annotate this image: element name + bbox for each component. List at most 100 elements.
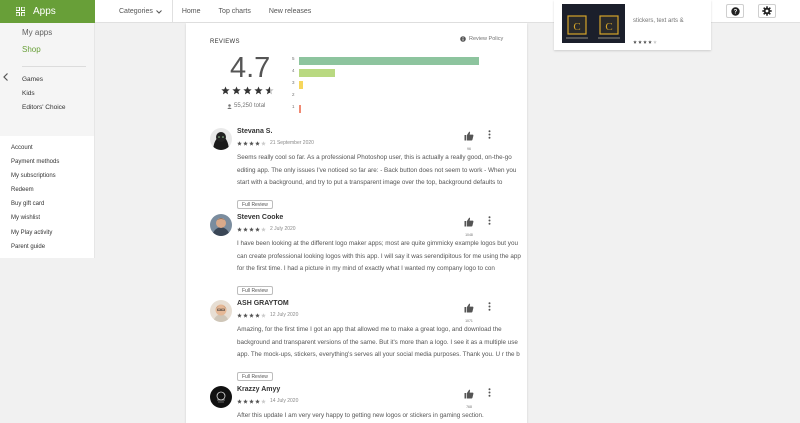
apps-home-link[interactable]: Apps bbox=[0, 0, 95, 23]
star-icon bbox=[261, 312, 266, 318]
sidebar-item-payment-methods[interactable]: Payment methods bbox=[11, 159, 59, 165]
star-icon bbox=[232, 86, 241, 95]
svg-text:C: C bbox=[573, 21, 580, 33]
sidebar-item-parent-guide[interactable]: Parent guide bbox=[11, 244, 45, 250]
related-app-description: stickers, text arts & bbox=[633, 18, 684, 24]
chevron-left-icon[interactable] bbox=[3, 73, 9, 81]
star-icon bbox=[243, 398, 248, 404]
star-icon bbox=[261, 140, 266, 146]
reviewer-avatar bbox=[210, 214, 232, 236]
histogram-label: 1 bbox=[292, 104, 295, 109]
star-icon bbox=[254, 86, 263, 95]
star-icon bbox=[261, 226, 266, 232]
nav-categories-label: Categories bbox=[119, 8, 153, 15]
reviews-card: REVIEWS Review Policy 4.7 55,250 total 5… bbox=[186, 23, 527, 423]
help-icon: ? bbox=[730, 6, 740, 16]
sidebar-item-games[interactable]: Games bbox=[22, 76, 43, 83]
star-icon bbox=[237, 140, 242, 146]
star-icon bbox=[249, 312, 254, 318]
review-date: 14 July 2020 bbox=[270, 398, 299, 404]
star-icon bbox=[653, 40, 657, 44]
related-app-rating bbox=[633, 40, 657, 44]
star-icon bbox=[261, 398, 266, 404]
review-date: 2 July 2020 bbox=[270, 226, 296, 232]
full-review-button[interactable]: Full Review bbox=[237, 372, 273, 381]
total-ratings-count: 55,250 total bbox=[234, 103, 266, 109]
sidebar-item-buy-gift-card[interactable]: Buy gift card bbox=[11, 201, 44, 207]
more-options-icon[interactable] bbox=[488, 388, 491, 397]
gear-icon bbox=[762, 6, 772, 16]
helpful-count: 96 bbox=[467, 147, 471, 151]
thumbs-up-icon bbox=[464, 389, 474, 399]
star-icon bbox=[643, 40, 647, 44]
info-icon bbox=[460, 36, 466, 42]
sidebar-my-apps[interactable]: My apps bbox=[22, 28, 52, 37]
histogram-label: 2 bbox=[292, 92, 295, 97]
helpful-count: 768 bbox=[466, 405, 472, 409]
helpful-count: 1048 bbox=[465, 233, 473, 237]
helpful-button[interactable]: 768 bbox=[462, 386, 476, 409]
sidebar: My apps Shop Games Kids Editors' Choice bbox=[0, 23, 95, 136]
more-options-icon[interactable] bbox=[488, 302, 491, 311]
reviewer-name: Stevana S. bbox=[237, 128, 273, 135]
nav-new-releases[interactable]: New releases bbox=[260, 0, 320, 23]
sidebar-item-kids[interactable]: Kids bbox=[22, 90, 35, 97]
review-policy-label: Review Policy bbox=[469, 36, 504, 42]
sidebar-item-wishlist[interactable]: My wishlist bbox=[11, 215, 40, 221]
help-button[interactable]: ? bbox=[726, 4, 744, 18]
review-text: Seems really cool so far. As a professio… bbox=[237, 154, 517, 186]
review-rating: 12 July 2020 bbox=[237, 312, 298, 318]
review-rating: 14 July 2020 bbox=[237, 398, 298, 404]
review-text: I have been looking at the different log… bbox=[237, 240, 521, 272]
reviews-heading: REVIEWS bbox=[210, 39, 240, 45]
sidebar-divider bbox=[22, 66, 86, 67]
settings-button[interactable] bbox=[758, 4, 776, 18]
nav-home[interactable]: Home bbox=[173, 0, 210, 23]
sidebar-item-editors-choice[interactable]: Editors' Choice bbox=[22, 104, 66, 111]
helpful-button[interactable]: 1071 bbox=[462, 300, 476, 323]
star-icon bbox=[648, 40, 652, 44]
star-icon bbox=[243, 86, 252, 95]
thumbs-up-icon bbox=[464, 131, 474, 141]
thumbs-up-icon bbox=[464, 217, 474, 227]
average-rating-stars bbox=[221, 86, 274, 95]
helpful-button[interactable]: 1048 bbox=[462, 214, 476, 237]
more-options-icon[interactable] bbox=[488, 130, 491, 139]
sidebar-item-subscriptions[interactable]: My subscriptions bbox=[11, 173, 56, 179]
svg-text:?: ? bbox=[733, 9, 737, 15]
star-icon bbox=[249, 398, 254, 404]
star-icon bbox=[249, 226, 254, 232]
star-icon bbox=[243, 226, 248, 232]
review-date: 21 September 2020 bbox=[270, 140, 314, 146]
star-half-icon bbox=[265, 86, 274, 95]
helpful-count: 1071 bbox=[465, 319, 473, 323]
sidebar-item-play-activity[interactable]: My Play activity bbox=[11, 230, 52, 236]
star-icon bbox=[255, 226, 260, 232]
nav-categories[interactable]: Categories bbox=[110, 0, 173, 23]
reviewer-avatar bbox=[210, 128, 232, 150]
star-icon bbox=[243, 312, 248, 318]
star-icon bbox=[237, 398, 242, 404]
nav-top-charts[interactable]: Top charts bbox=[210, 0, 260, 23]
star-icon bbox=[255, 398, 260, 404]
star-icon bbox=[255, 140, 260, 146]
reviewer-name: Krazzy Amyy bbox=[237, 386, 281, 393]
helpful-button[interactable]: 96 bbox=[462, 128, 476, 151]
review-policy-link[interactable]: Review Policy bbox=[460, 36, 503, 42]
account-menu: Account Payment methods My subscriptions… bbox=[0, 136, 95, 258]
full-review-button[interactable]: Full Review bbox=[237, 200, 273, 209]
thumbs-up-icon bbox=[464, 303, 474, 313]
related-app-card[interactable]: C C stickers, text arts & bbox=[554, 0, 711, 50]
sidebar-shop[interactable]: Shop bbox=[22, 45, 41, 54]
star-icon bbox=[221, 86, 230, 95]
full-review-button[interactable]: Full Review bbox=[237, 286, 273, 295]
average-rating: 4.7 bbox=[230, 52, 271, 84]
review-text: After this update I am very very happy t… bbox=[237, 412, 484, 419]
review-date: 12 July 2020 bbox=[270, 312, 299, 318]
more-options-icon[interactable] bbox=[488, 216, 491, 225]
histogram-bar bbox=[299, 57, 479, 65]
sidebar-item-account[interactable]: Account bbox=[11, 145, 33, 151]
top-nav: Categories Home Top charts New releases bbox=[110, 0, 320, 23]
chevron-down-icon bbox=[156, 9, 162, 14]
sidebar-item-redeem[interactable]: Redeem bbox=[11, 187, 34, 193]
